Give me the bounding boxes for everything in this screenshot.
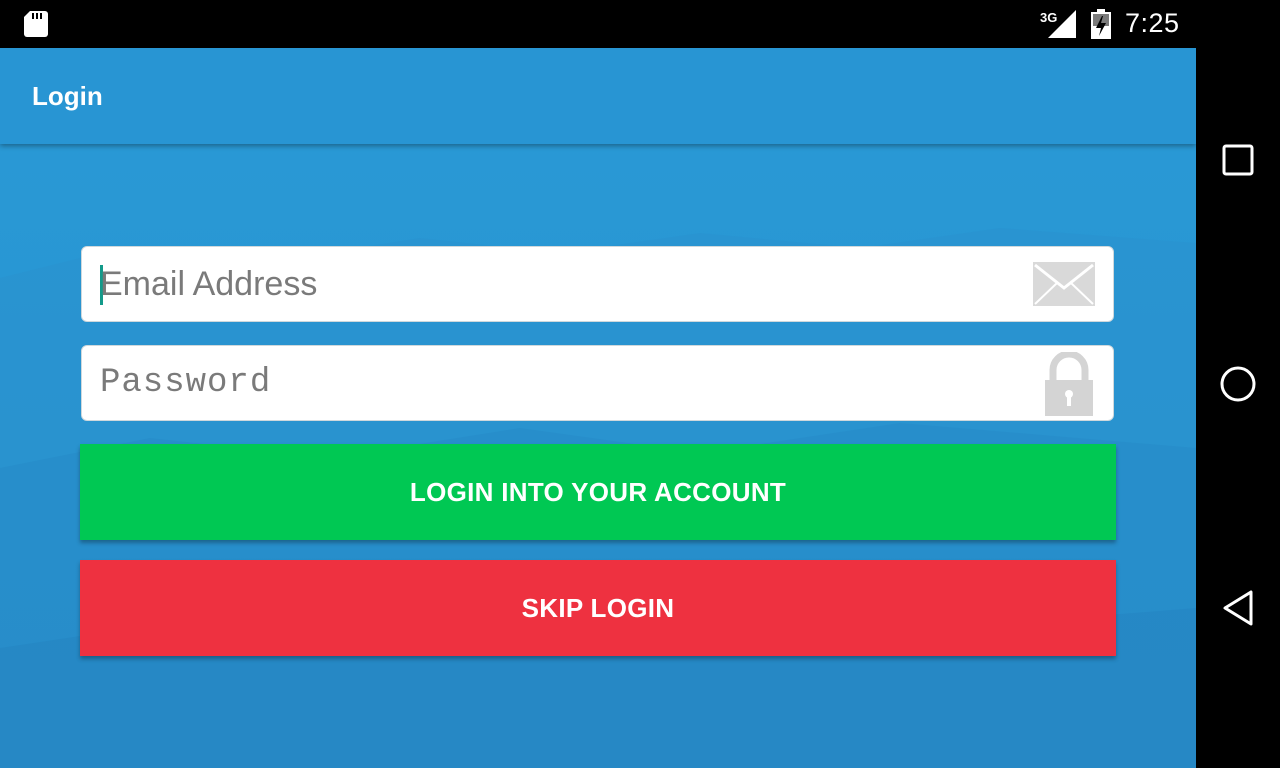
home-button[interactable] (1214, 360, 1262, 408)
sd-card-icon (24, 11, 48, 37)
email-field-container[interactable] (81, 246, 1114, 322)
system-nav-bar (1196, 0, 1280, 768)
back-button[interactable] (1214, 584, 1262, 632)
status-bar: 3G 7:25 (0, 0, 1196, 48)
password-field-container[interactable] (81, 345, 1114, 421)
skip-login-button[interactable]: SKIP LOGIN (80, 560, 1116, 656)
home-icon (1220, 366, 1256, 402)
lock-icon (1045, 352, 1093, 416)
app-content: Login LOGIN INTO YOUR ACCOUNT (0, 48, 1196, 768)
app-toolbar: Login (0, 48, 1196, 144)
battery-charging-icon (1091, 9, 1111, 39)
envelope-icon (1033, 262, 1095, 306)
back-icon (1223, 590, 1253, 626)
device-screen: 3G 7:25 Login Email Address LOGIN INTO Y… (0, 0, 1280, 768)
page-title: Login (32, 81, 103, 111)
email-field[interactable] (100, 247, 1000, 321)
recents-icon (1222, 144, 1254, 176)
cell-signal-icon (1048, 10, 1076, 38)
status-clock: 7:25 (1125, 8, 1180, 38)
password-field[interactable] (100, 346, 1000, 420)
login-button[interactable]: LOGIN INTO YOUR ACCOUNT (80, 444, 1116, 540)
recents-button[interactable] (1214, 136, 1262, 184)
